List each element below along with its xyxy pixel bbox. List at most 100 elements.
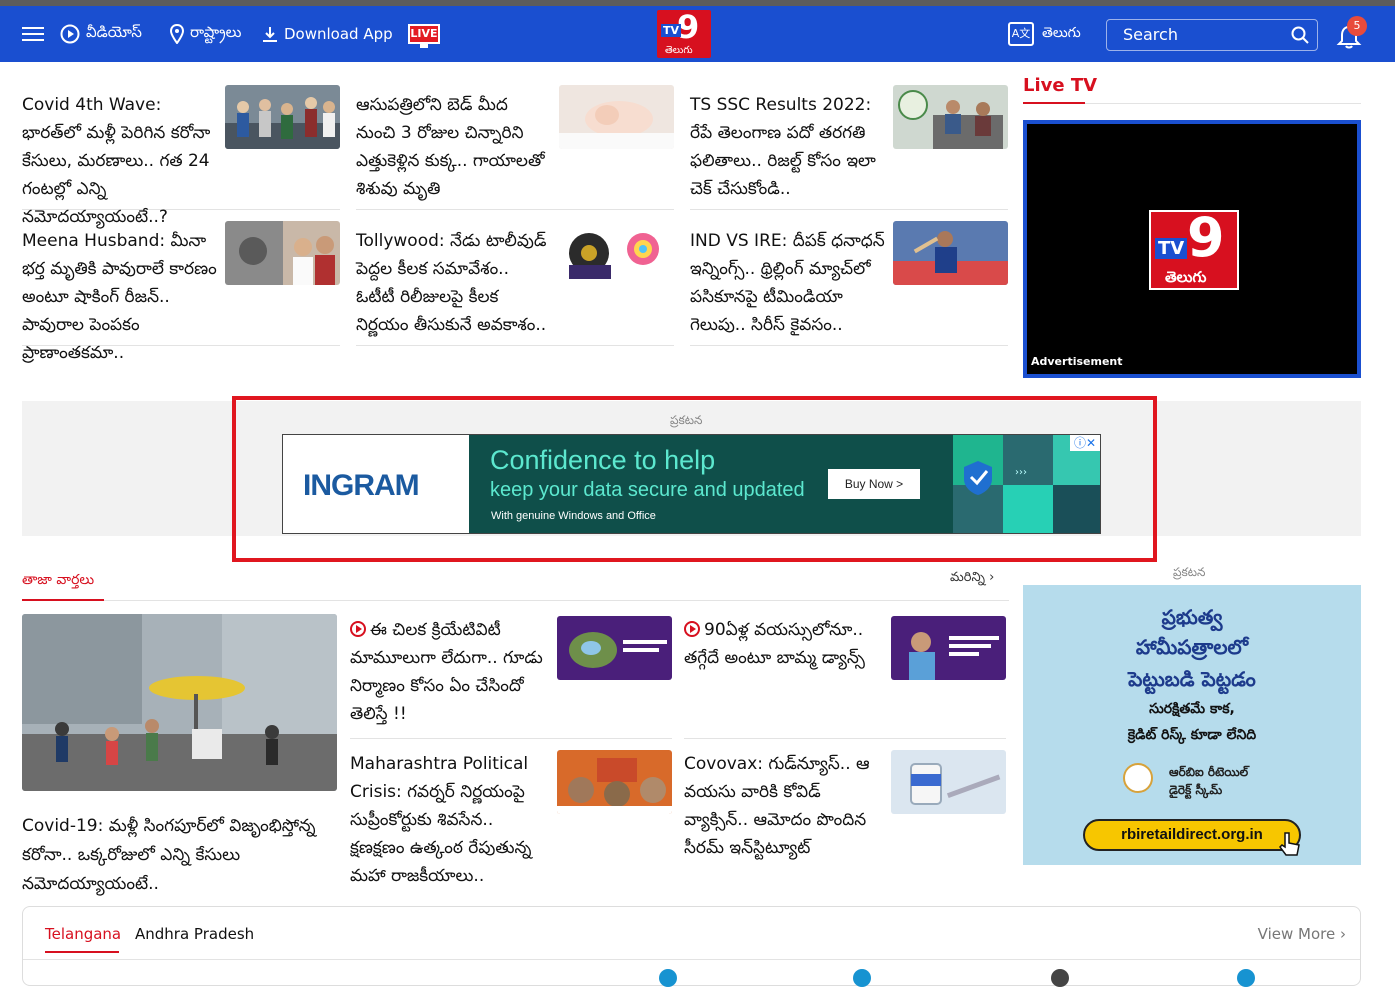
svg-text:›››: ››› [1015,467,1027,478]
latest-more-link[interactable]: మరిన్ని › [950,570,994,588]
story-thumbnail[interactable] [557,750,672,814]
lead-story-caption[interactable]: Covid-19: మళ్లీ సింగపూర్‌లో విజృంభిస్తోన… [22,812,337,899]
story-card[interactable]: IND VS IRE: దీపక్ ధనాధన్ ఇన్నింగ్స్.. థ్… [690,221,1008,346]
story-card[interactable]: ఆసుపత్రిలోని బెడ్ మీద నుంచి 3 రోజుల చిన్… [356,85,674,210]
play-badge-icon [659,969,677,987]
video-story-headline[interactable]: 90ఏళ్ల వయస్సులోనూ.. తగ్గేదే అంటూ బామ్మ డ… [684,616,879,672]
download-app-label: Download App [284,25,393,43]
story-thumbnail[interactable] [893,221,1008,285]
download-icon [263,27,277,42]
story-headline[interactable]: TS SSC Results 2022: రేపే తెలంగాణ పదో తర… [690,91,885,203]
story-thumbnail[interactable] [225,85,340,149]
menu-icon[interactable] [22,27,44,41]
search-input[interactable]: Search [1106,19,1318,51]
nav-download-app[interactable]: Download App [262,22,393,46]
chevron-right-icon: › [1340,925,1346,943]
play-circle-icon [60,24,80,44]
live-badge[interactable]: LIVE [408,24,440,48]
ad-banner[interactable]: INGRAM Confidence to help keep your data… [282,434,1101,534]
side-ad-line: సురక్షితమే కాక, [1149,701,1235,717]
nav-videos[interactable]: వీడియోస్ [60,22,142,46]
story-headline[interactable]: Meena Husband: మీనా భర్త మృతికి పావురాలే… [22,227,217,367]
view-more-link[interactable]: View More › [1258,925,1346,943]
divider [684,738,1006,739]
ad-headline: Confidence to help [490,445,716,475]
story-card[interactable]: Meena Husband: మీనా భర్త మృతికి పావురాలే… [22,221,340,363]
rbi-scheme-text: ఆర్‌బిఐ రీటెయిల్ డైరెక్ట్ స్కీమ్ [1169,763,1248,799]
rbi-line-1: ఆర్‌బిఐ రీటెయిల్ [1169,765,1249,779]
search-placeholder: Search [1123,25,1178,44]
story-thumbnail[interactable] [559,85,674,149]
play-badge-icon [853,969,871,987]
live-tv-title: Live TV [1023,75,1098,96]
story-thumbnail[interactable] [893,85,1008,149]
story-headline[interactable]: Covovax: గుడ్‌న్యూస్.. ఆ వయసు వారికి కోవ… [684,750,879,862]
story-card[interactable]: TS SSC Results 2022: రేపే తెలంగాణ పదో తర… [690,85,1008,210]
story-headline[interactable]: Maharashtra Political Crisis: గవర్నర్ ని… [350,750,545,890]
regions-divider [23,959,1360,960]
tab-telangana-underline [45,951,119,953]
video-story-text: ఈ చిలక క్రియేటివిటీ మామూలుగా లేదుగా.. గూ… [350,620,543,724]
site-header: వీడియోస్ రాష్ట్రాలు Download App LIVE 9 … [0,6,1395,62]
notification-count: 5 [1347,16,1367,36]
ingram-logo: INGRAM [303,469,420,502]
video-story-headline[interactable]: ఈ చిలక క్రియేటివిటీ మామూలుగా లేదుగా.. గూ… [350,616,545,728]
location-pin-icon [170,24,184,44]
side-ad-line: హామీపత్రాలలో [1135,635,1249,659]
play-icon [684,621,700,637]
video-story-thumbnail[interactable] [891,616,1006,680]
story-card[interactable]: Tollywood: నేడు టాలీవుడ్ పెద్దల కీలక సమా… [356,221,674,346]
logo-language: తెలుగు [665,45,693,56]
story-thumbnail[interactable] [559,221,674,285]
ad-subheadline: keep your data secure and updated [490,479,805,501]
live-tv-divider [1085,103,1361,104]
latest-news-underline [22,599,104,601]
player-logo-nine: 9 [1187,206,1225,269]
nav-states[interactable]: రాష్ట్రాలు [170,22,241,46]
ad-close-icon[interactable]: ⓘ✕ [1070,435,1100,451]
player-advertisement-label: Advertisement [1031,355,1123,368]
play-icon [350,621,366,637]
story-headline[interactable]: IND VS IRE: దీపక్ ధనాధన్ ఇన్నింగ్స్.. థ్… [690,227,885,339]
player-tv9-logo: 9 TV తెలుగు [1149,206,1239,290]
latest-news-title[interactable]: తాజా వార్తలు [22,572,94,591]
rbi-url-button[interactable]: rbiretaildirect.org.in [1083,819,1301,851]
rbi-line-2: డైరెక్ట్ స్కీమ్ [1169,783,1223,797]
search-icon[interactable] [1291,26,1309,44]
latest-news-divider [104,600,1009,601]
live-tv-player[interactable]: 9 TV తెలుగు Advertisement [1023,120,1361,378]
story-thumbnail[interactable] [225,221,340,285]
side-ad-line: ప్రభుత్వ [1161,605,1223,629]
tab-andhra-pradesh[interactable]: Andhra Pradesh [135,925,254,943]
rbi-logo [1123,763,1153,793]
tv9-logo[interactable]: 9 TV తెలుగు [657,8,711,58]
lead-story-image[interactable] [22,614,337,791]
video-story-thumbnail[interactable] [557,616,672,680]
side-ad-line: పెట్టుబడి పెట్టడం [1128,667,1256,691]
side-ad-label: ప్రకటన [1173,565,1206,579]
play-badge-icon [1051,969,1069,987]
view-more-label: View More [1257,925,1336,943]
side-ad-banner[interactable]: ప్రభుత్వ హామీపత్రాలలో పెట్టుబడి పెట్టడం … [1023,585,1361,865]
translate-icon: A文 [1008,22,1034,46]
ad-small-text: With genuine Windows and Office [491,510,656,522]
story-thumbnail[interactable] [891,750,1006,814]
story-card[interactable]: Covid 4th Wave: భారత్‌లో మళ్లీ పెరిగిన క… [22,85,340,227]
side-ad-line: క్రెడిట్ రిస్క్ కూడా లేనిది [1127,727,1257,743]
story-headline[interactable]: Covid 4th Wave: భారత్‌లో మళ్లీ పెరిగిన క… [22,91,217,231]
tab-telangana[interactable]: Telangana [45,925,121,943]
ad-label: ప్రకటన [670,413,703,427]
video-story-text: 90ఏళ్ల వయస్సులోనూ.. తగ్గేదే అంటూ బామ్మ డ… [684,620,865,668]
player-logo-language: తెలుగు [1165,268,1207,286]
buy-now-button[interactable]: Buy Now > [828,469,920,499]
logo-tv: TV [661,24,682,37]
nav-states-label: రాష్ట్రాలు [190,23,242,41]
language-label: తెలుగు [1042,24,1081,41]
story-headline[interactable]: ఆసుపత్రిలోని బెడ్ మీద నుంచి 3 రోజుల చిన్… [356,91,551,203]
player-logo-tv: TV [1155,238,1188,259]
regions-card: Telangana Andhra Pradesh View More › [22,906,1361,987]
language-switcher[interactable]: A文 తెలుగు [1008,22,1081,46]
divider [350,738,672,739]
live-tv-underline [1023,102,1085,104]
story-headline[interactable]: Tollywood: నేడు టాలీవుడ్ పెద్దల కీలక సమా… [356,227,551,339]
